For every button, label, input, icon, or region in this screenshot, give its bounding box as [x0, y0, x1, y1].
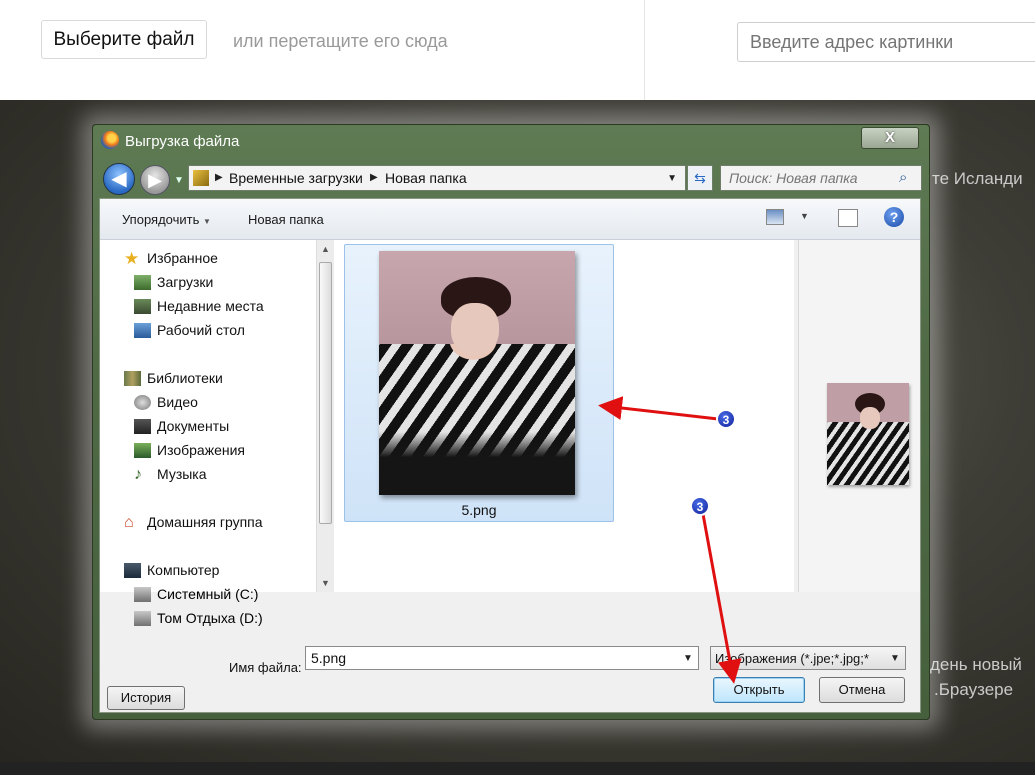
nav-item-computer[interactable]: Компьютер [124, 562, 219, 578]
background-text: день новый [930, 655, 1022, 674]
breadcrumb-item[interactable]: Временные загрузки [229, 170, 363, 186]
navigation-pane: ★ Избранное Загрузки Недавние места Рабоч… [100, 240, 338, 592]
chevron-right-icon[interactable]: ▶ [370, 172, 378, 183]
toolbar: Упорядочить ▼ Новая папка ▼ ? [100, 199, 920, 240]
nav-item-label: Избранное [147, 250, 218, 266]
filename-label: Имя файла: [229, 660, 302, 675]
step-badge: 3 [716, 409, 736, 429]
step-badge: 3 [690, 496, 710, 516]
file-upload-dialog: Выгрузка файла X ◀ ▶ ▼ ▶ Временные загру… [92, 124, 930, 720]
filename-input[interactable]: 5.png [305, 646, 699, 670]
chevron-down-icon[interactable]: ▼ [890, 653, 900, 664]
nav-item-label: Документы [157, 418, 230, 434]
preview-face [860, 407, 880, 429]
nav-scrollbar[interactable]: ▲ ▼ [316, 240, 334, 592]
folder-icon [193, 170, 209, 186]
help-icon[interactable]: ? [884, 207, 904, 227]
choose-file-button[interactable]: Выберите файл [41, 20, 207, 59]
chevron-right-icon[interactable]: ▶ [215, 172, 223, 183]
organize-button[interactable]: Упорядочить ▼ [122, 212, 211, 227]
preview-pane [798, 240, 920, 592]
downloads-icon [134, 274, 151, 290]
search-icon[interactable]: ⌕ [899, 169, 907, 186]
history-dropdown-icon[interactable]: ▼ [174, 175, 184, 186]
history-button[interactable]: История [107, 686, 185, 710]
nav-item-label: Загрузки [157, 274, 214, 290]
drive-icon [134, 586, 151, 602]
thumbnail-face [451, 303, 499, 355]
thumbnail-shadow [379, 431, 575, 495]
firefox-icon [101, 131, 119, 149]
nav-item-label: Музыка [157, 466, 207, 482]
filetype-select[interactable]: Изображения (*.jpe;*.jpg;* [710, 646, 906, 670]
nav-item-label: Видео [157, 394, 198, 410]
nav-item-desktop[interactable]: Рабочий стол [134, 322, 245, 338]
nav-item-drive-c[interactable]: Системный (C:) [134, 586, 258, 602]
nav-item-documents[interactable]: Документы [134, 418, 229, 434]
nav-item-label: Компьютер [147, 562, 220, 578]
background-text: те Исланди [932, 169, 1023, 188]
recent-places-icon [134, 298, 151, 314]
views-icon[interactable] [766, 209, 784, 225]
music-icon: ♪ [134, 465, 142, 483]
new-folder-button[interactable]: Новая папка [248, 212, 324, 227]
close-button[interactable]: X [861, 127, 919, 149]
nav-item-label: Том Отдыха (D:) [157, 610, 263, 626]
nav-item-pictures[interactable]: Изображения [134, 442, 245, 458]
background-strip [0, 762, 1035, 775]
nav-item-homegroup[interactable]: ⌂ Домашняя группа [124, 514, 263, 530]
dialog-title: Выгрузка файла [125, 133, 240, 150]
file-item[interactable]: 5.png [344, 244, 614, 522]
nav-item-label: Библиотеки [147, 370, 223, 386]
scroll-up-icon[interactable]: ▲ [321, 244, 330, 254]
nav-item-libraries[interactable]: Библиотеки [124, 370, 223, 386]
drive-icon [134, 610, 151, 626]
pictures-icon [134, 442, 151, 458]
scroll-down-icon[interactable]: ▼ [321, 578, 330, 588]
computer-icon [124, 562, 141, 578]
dialog-body: Упорядочить ▼ Новая папка ▼ ? ★ Избранное… [99, 198, 921, 713]
video-icon [134, 394, 151, 410]
star-icon: ★ [124, 248, 140, 268]
nav-item-favorites[interactable]: ★ Избранное [124, 248, 218, 268]
cancel-button[interactable]: Отмена [819, 677, 905, 703]
background-text: .Браузере [934, 680, 1014, 699]
divider [644, 0, 645, 100]
homegroup-icon: ⌂ [124, 513, 134, 531]
scroll-thumb[interactable] [319, 262, 332, 524]
address-bar[interactable]: ▶ Временные загрузки ▶ Новая папка ▼ [188, 165, 686, 191]
back-button[interactable]: ◀ [103, 163, 135, 195]
chevron-down-icon[interactable]: ▼ [683, 653, 693, 664]
forward-button[interactable]: ▶ [140, 165, 170, 195]
desktop-icon [134, 322, 151, 338]
nav-item-label: Системный (C:) [157, 586, 259, 602]
file-name: 5.png [461, 502, 497, 518]
nav-item-music[interactable]: ♪ Музыка [134, 466, 207, 482]
organize-label: Упорядочить [122, 212, 200, 227]
chevron-down-icon[interactable]: ▼ [667, 173, 677, 184]
documents-icon [134, 418, 151, 434]
search-input[interactable] [720, 165, 922, 191]
drag-hint: или перетащите его сюда [233, 31, 448, 51]
nav-item-label: Недавние места [157, 298, 264, 314]
open-button[interactable]: Открыть [713, 677, 805, 703]
nav-item-label: Изображения [157, 442, 245, 458]
nav-item-label: Рабочий стол [157, 322, 245, 338]
file-thumbnail [379, 251, 575, 495]
chevron-down-icon[interactable]: ▼ [800, 211, 809, 221]
upload-bar: Выберите файл или перетащите его сюда [0, 0, 1035, 100]
nav-item-downloads[interactable]: Загрузки [134, 274, 213, 290]
nav-item-recent[interactable]: Недавние места [134, 298, 264, 314]
libraries-icon [124, 370, 141, 386]
nav-item-label: Домашняя группа [147, 514, 263, 530]
image-url-input[interactable] [737, 22, 1035, 62]
refresh-icon[interactable]: ⇆ [687, 165, 713, 191]
preview-image [827, 383, 909, 485]
preview-pane-icon[interactable] [838, 209, 858, 227]
nav-item-video[interactable]: Видео [134, 394, 198, 410]
breadcrumb-item[interactable]: Новая папка [385, 170, 467, 186]
nav-item-drive-d[interactable]: Том Отдыха (D:) [134, 610, 263, 626]
